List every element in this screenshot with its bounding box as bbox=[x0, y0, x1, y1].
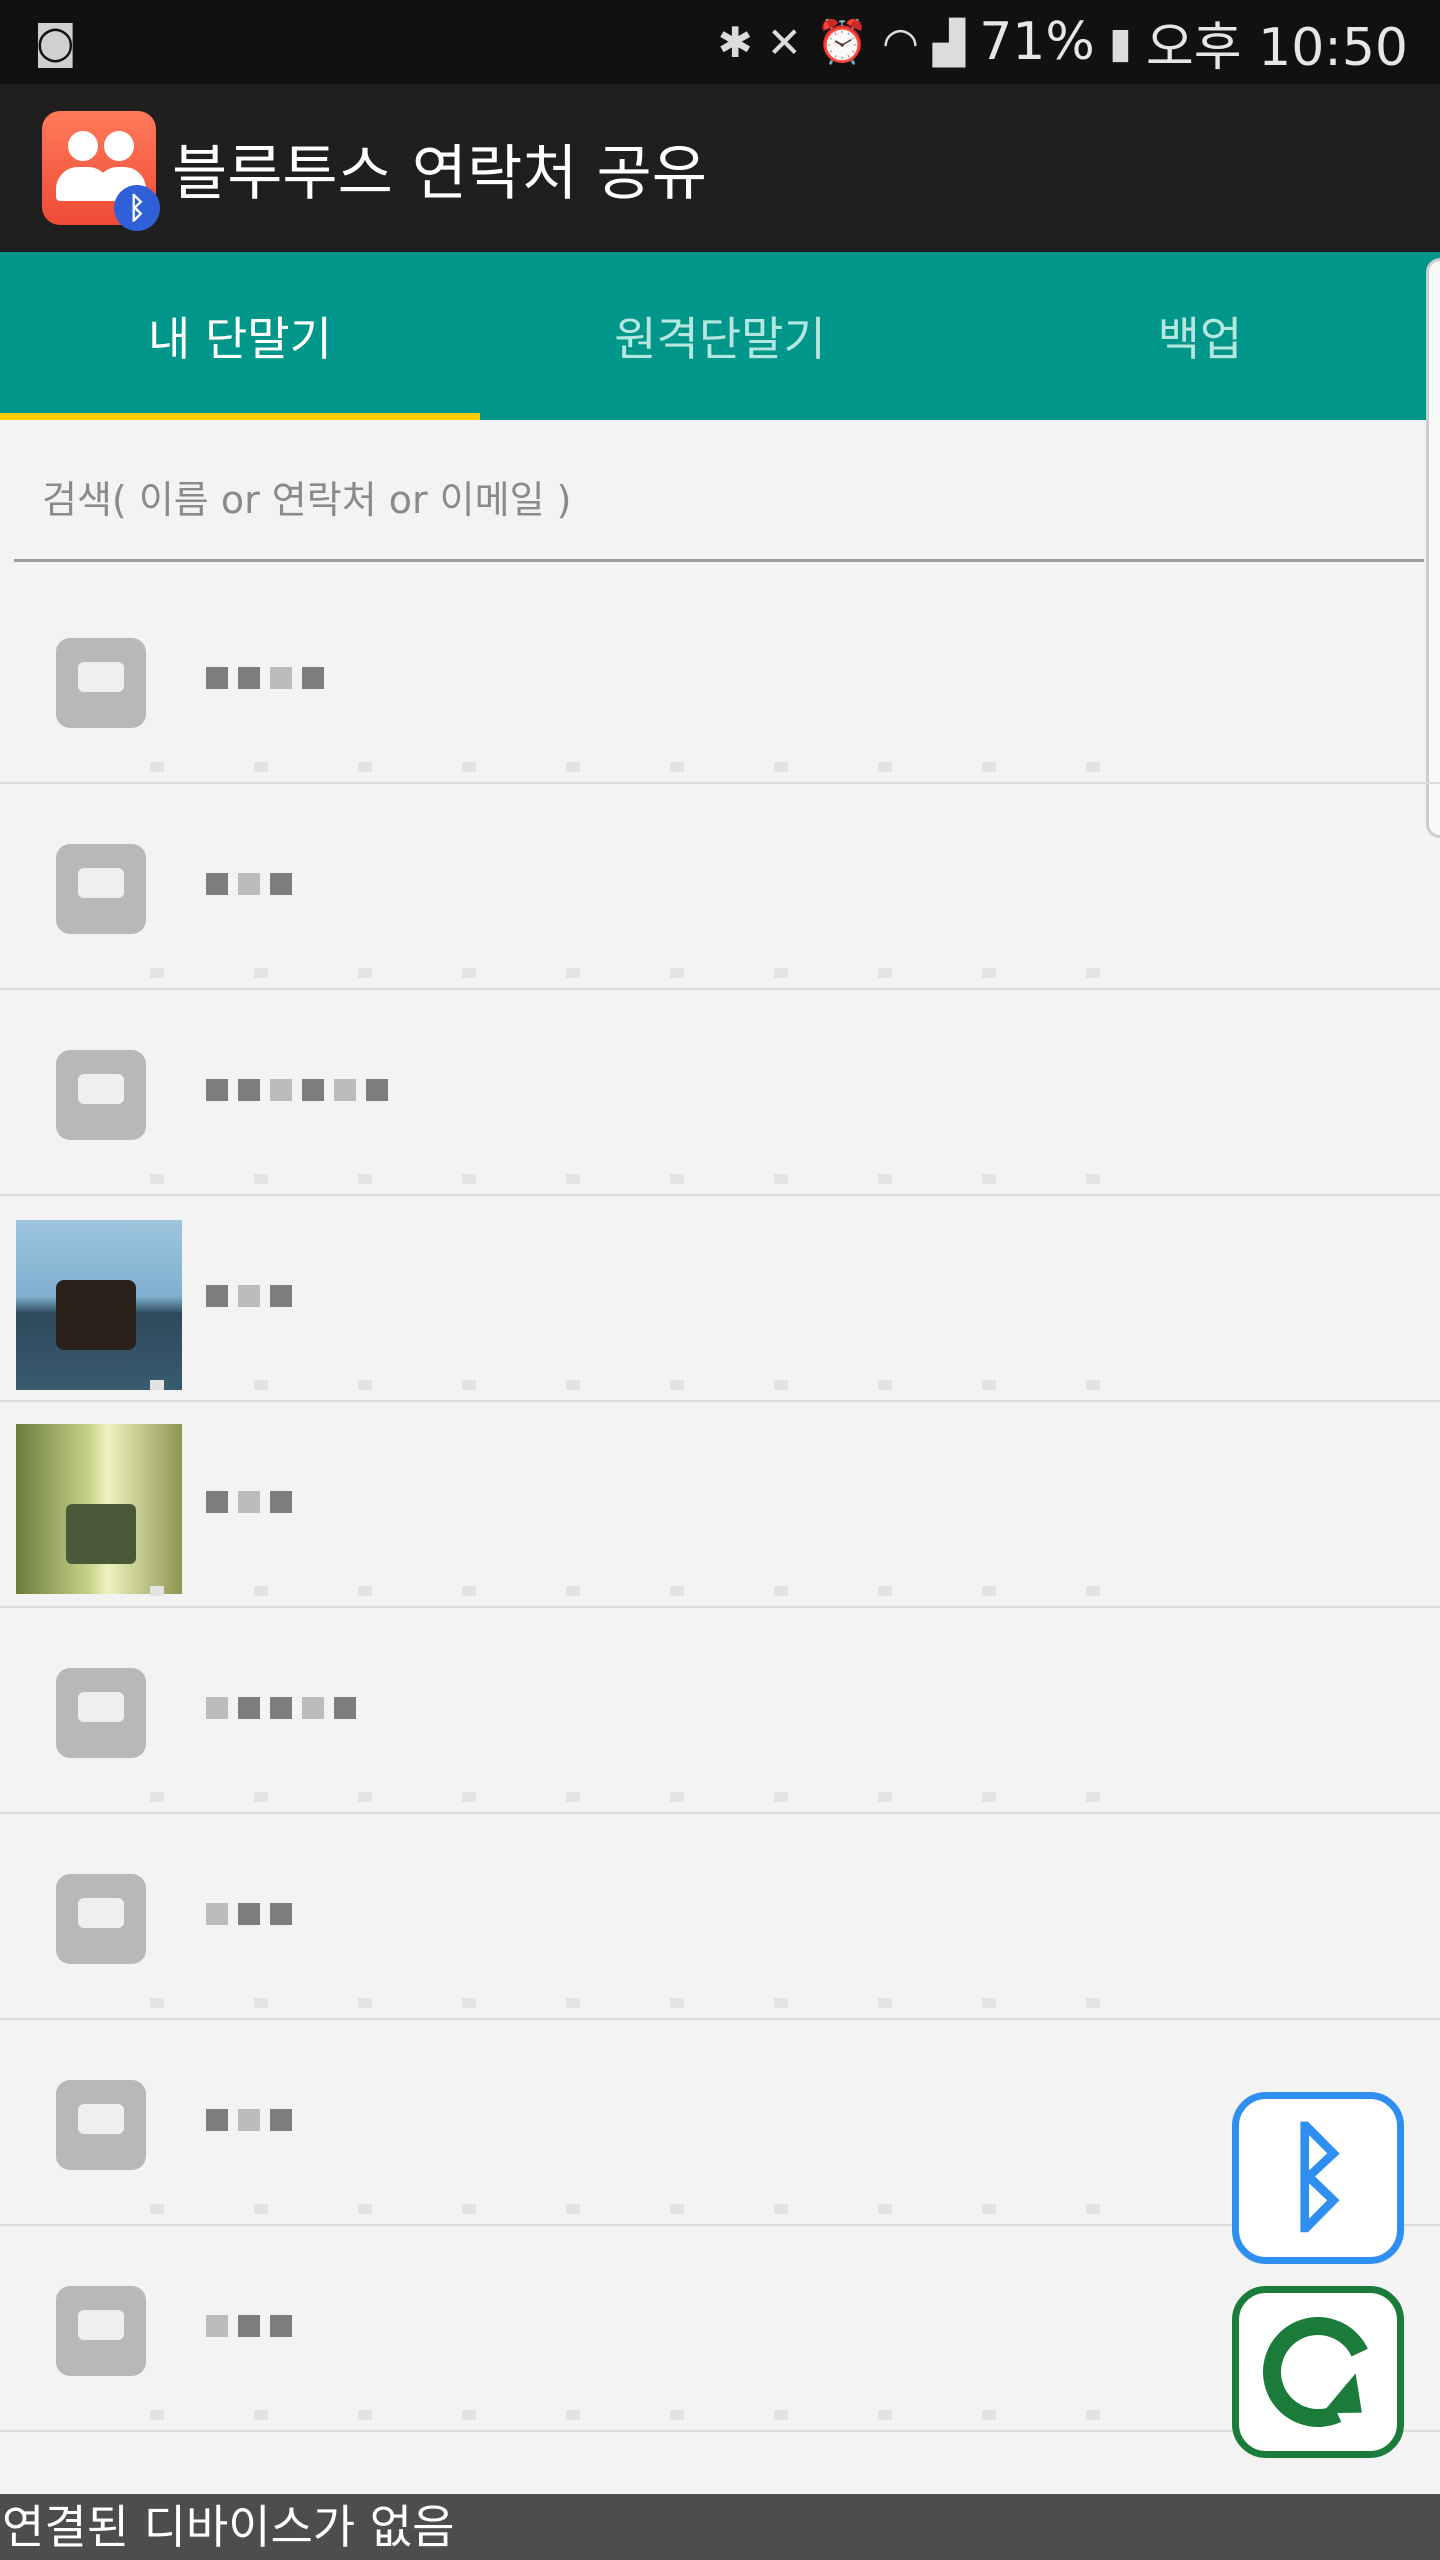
app-title: 블루투스 연락처 공유 bbox=[172, 138, 707, 209]
sync-button[interactable] bbox=[1232, 2286, 1404, 2458]
contact-name-redacted bbox=[206, 1072, 388, 1108]
pixelation-artifact bbox=[60, 1380, 1160, 1390]
status-left: ◙ bbox=[34, 17, 77, 68]
pixelation-artifact bbox=[60, 1792, 1160, 1802]
default-contact-icon bbox=[56, 2286, 146, 2376]
list-item[interactable] bbox=[0, 1402, 1440, 1608]
list-item[interactable] bbox=[0, 2226, 1440, 2432]
list-item[interactable] bbox=[0, 1196, 1440, 1402]
contact-photo bbox=[16, 1424, 182, 1594]
pixelation-artifact bbox=[60, 1174, 1160, 1184]
contacts-bluetooth-app-icon: ᛒ bbox=[42, 111, 160, 231]
default-contact-icon bbox=[56, 1874, 146, 1964]
pixelation-artifact bbox=[60, 968, 1160, 978]
app-bar: ᛒ 블루투스 연락처 공유 bbox=[0, 84, 1440, 252]
bluetooth-icon: ✱ bbox=[717, 17, 753, 67]
contact-name-redacted bbox=[206, 2102, 292, 2138]
status-right: ✱ ✕ ⏰ ◠ ▟ 71% ▮ 오후 10:50 bbox=[718, 5, 1408, 80]
wifi-icon: ◠ bbox=[882, 17, 919, 67]
status-bar: ◙ ✱ ✕ ⏰ ◠ ▟ 71% ▮ 오후 10:50 bbox=[0, 0, 1440, 84]
list-item[interactable] bbox=[0, 990, 1440, 1196]
search-input[interactable] bbox=[42, 477, 1424, 522]
contact-list[interactable] bbox=[0, 578, 1440, 2432]
pixelation-artifact bbox=[60, 2410, 1160, 2420]
contact-name-redacted bbox=[206, 660, 324, 696]
contact-name-redacted bbox=[206, 1690, 356, 1726]
connection-status: 연결된 디바이스가 없음 bbox=[0, 2494, 1440, 2560]
default-contact-icon bbox=[56, 844, 146, 934]
tab-remote-device[interactable]: 원격단말기 bbox=[480, 252, 960, 420]
pixelation-artifact bbox=[60, 1998, 1160, 2008]
bluetooth-badge-icon: ᛒ bbox=[114, 185, 160, 231]
mute-icon: ✕ bbox=[766, 17, 802, 67]
list-item[interactable] bbox=[0, 1608, 1440, 1814]
search-bar bbox=[14, 440, 1424, 562]
battery-percent: 71% bbox=[979, 12, 1095, 72]
pixelation-artifact bbox=[60, 762, 1160, 772]
alarm-icon: ⏰ bbox=[815, 17, 869, 66]
tab-backup[interactable]: 백업 bbox=[960, 252, 1440, 420]
list-item[interactable] bbox=[0, 784, 1440, 990]
tab-my-device[interactable]: 내 단말기 bbox=[0, 252, 480, 420]
default-contact-icon bbox=[56, 2080, 146, 2170]
contact-photo bbox=[16, 1220, 182, 1390]
signal-icon: ▟ bbox=[932, 17, 966, 67]
pixelation-artifact bbox=[60, 1586, 1160, 1596]
contact-name-redacted bbox=[206, 866, 292, 902]
contact-name-redacted bbox=[206, 1896, 292, 1932]
contact-name-redacted bbox=[206, 1484, 292, 1520]
contact-name-redacted bbox=[206, 1278, 292, 1314]
battery-icon: ▮ bbox=[1108, 17, 1132, 67]
app-notification-icon: ◙ bbox=[34, 16, 77, 68]
sync-icon bbox=[1247, 2301, 1389, 2443]
default-contact-icon bbox=[56, 1668, 146, 1758]
list-item[interactable] bbox=[0, 1814, 1440, 2020]
default-contact-icon bbox=[56, 638, 146, 728]
contact-name-redacted bbox=[206, 2308, 292, 2344]
clock: 오후 10:50 bbox=[1145, 17, 1408, 78]
list-item[interactable] bbox=[0, 578, 1440, 784]
bluetooth-button[interactable]: ᛒ bbox=[1232, 2092, 1404, 2264]
bluetooth-icon: ᛒ bbox=[1282, 2108, 1354, 2247]
pixelation-artifact bbox=[60, 2204, 1160, 2214]
list-item[interactable] bbox=[0, 2020, 1440, 2226]
default-contact-icon bbox=[56, 1050, 146, 1140]
tab-bar: 내 단말기 원격단말기 백업 bbox=[0, 252, 1440, 420]
